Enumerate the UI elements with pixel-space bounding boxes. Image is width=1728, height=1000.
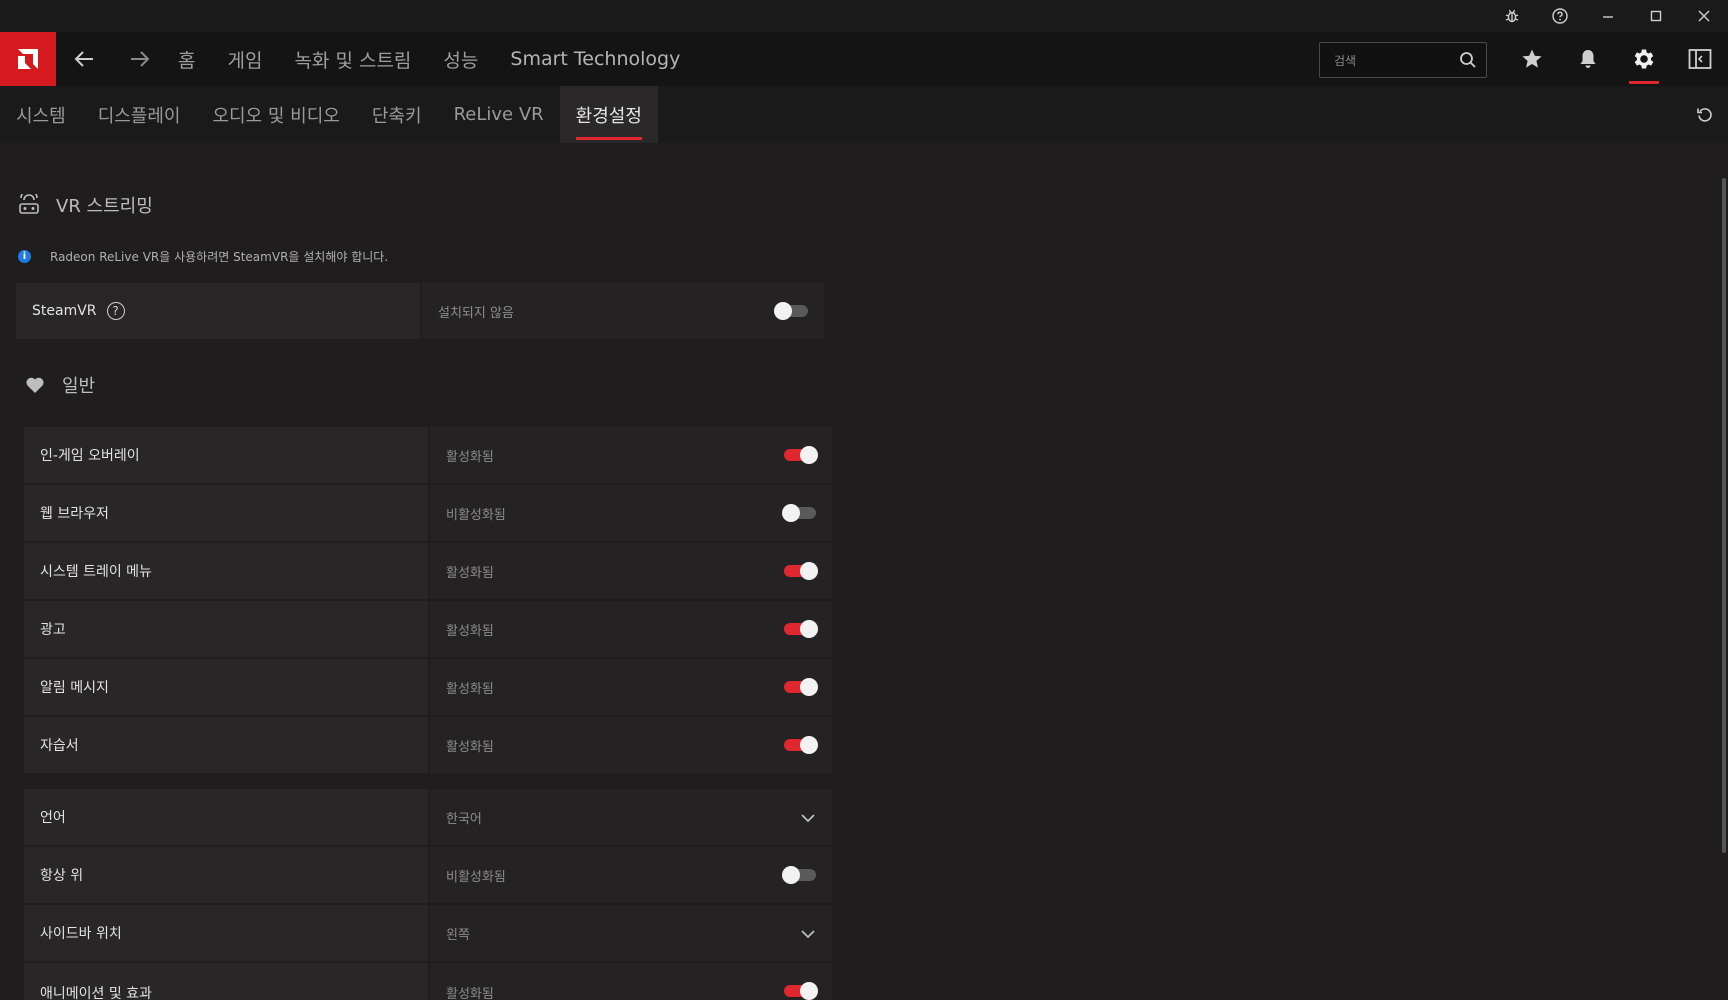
nav-games[interactable]: 게임: [227, 46, 262, 73]
setting-row-animations: 애니메이션 및 효과 활성화됨: [24, 963, 832, 1000]
web-browser-toggle[interactable]: [782, 504, 816, 522]
steamvr-row: SteamVR ? 설치되지 않음: [16, 283, 824, 339]
bug-report-icon[interactable]: [1488, 0, 1536, 32]
setting-row-notifications: 알림 메시지 활성화됨: [24, 659, 832, 715]
steamvr-help-icon[interactable]: ?: [106, 302, 125, 320]
setting-row-overlay: 인-게임 오버레이 활성화됨: [24, 427, 832, 483]
nav-smart-technology[interactable]: Smart Technology: [510, 48, 680, 70]
setting-label: 웹 브라우저: [24, 485, 428, 541]
ads-toggle[interactable]: [784, 620, 818, 638]
tab-relive-vr[interactable]: ReLive VR: [438, 86, 560, 143]
setting-label: 항상 위: [24, 847, 428, 903]
back-arrow-icon[interactable]: [56, 32, 112, 86]
sidebar-position-dropdown[interactable]: 왼쪽: [430, 905, 832, 961]
search-input[interactable]: 검색: [1319, 42, 1487, 78]
setting-status: 한국어: [446, 811, 482, 827]
search-icon[interactable]: [1450, 51, 1486, 69]
chevron-down-icon: [800, 808, 816, 827]
setting-label: 알림 메시지: [24, 659, 428, 715]
language-dropdown[interactable]: 한국어: [430, 789, 832, 845]
amd-logo-icon[interactable]: [0, 32, 56, 86]
tab-system[interactable]: 시스템: [0, 86, 82, 143]
main-nav: 홈 게임 녹화 및 스트림 성능 Smart Technology 검색: [0, 32, 1728, 86]
tutorial-toggle[interactable]: [784, 736, 818, 754]
setting-row-browser: 웹 브라우저 비활성화됨: [24, 485, 832, 541]
bell-icon[interactable]: [1561, 32, 1615, 86]
tab-hotkeys[interactable]: 단축키: [356, 86, 438, 143]
info-text: Radeon ReLive VR을 사용하려면 SteamVR을 설치해야 합니…: [50, 250, 389, 264]
star-icon[interactable]: [1505, 32, 1559, 86]
general-title: 일반: [62, 376, 96, 397]
setting-row-language: 언어 한국어: [24, 789, 832, 845]
scrollbar[interactable]: [1722, 178, 1726, 853]
tab-display[interactable]: 디스플레이: [82, 86, 197, 143]
tab-preferences[interactable]: 환경설정: [559, 86, 658, 143]
in-game-overlay-toggle[interactable]: [784, 446, 818, 464]
setting-status: 비활성화됨: [446, 869, 506, 885]
setting-row-tray: 시스템 트레이 메뉴 활성화됨: [24, 543, 832, 599]
title-bar: [0, 0, 1728, 32]
help-icon[interactable]: [1536, 0, 1584, 32]
vr-streaming-title: VR 스트리밍: [56, 196, 153, 217]
setting-row-ads: 광고 활성화됨: [24, 601, 832, 657]
gear-icon[interactable]: [1617, 32, 1671, 86]
vr-streaming-header: VR 스트리밍: [16, 192, 153, 218]
heart-icon: [22, 376, 48, 394]
steamvr-label: SteamVR: [32, 303, 97, 319]
setting-row-always-on-top: 항상 위 비활성화됨: [24, 847, 832, 903]
always-on-top-toggle[interactable]: [782, 866, 816, 884]
notifications-toggle[interactable]: [784, 678, 818, 696]
chevron-down-icon: [800, 924, 816, 943]
steamvr-toggle[interactable]: [774, 302, 808, 320]
setting-label: 광고: [24, 601, 428, 657]
animations-toggle[interactable]: [784, 982, 818, 1000]
vr-headset-icon: [16, 194, 42, 216]
setting-status: 활성화됨: [446, 681, 494, 697]
sidebar-panel-icon[interactable]: [1673, 32, 1727, 86]
sub-nav: 시스템 디스플레이 오디오 및 비디오 단축키 ReLive VR 환경설정: [0, 86, 1728, 143]
maximize-icon[interactable]: [1632, 0, 1680, 32]
steamvr-status: 설치되지 않음: [438, 305, 514, 321]
reset-icon[interactable]: [1690, 100, 1720, 130]
close-icon[interactable]: [1680, 0, 1728, 32]
setting-label: 애니메이션 및 효과: [24, 963, 428, 1000]
setting-status: 활성화됨: [446, 565, 494, 581]
general-header: 일반: [22, 372, 95, 398]
setting-status: 활성화됨: [446, 623, 494, 639]
setting-status: 활성화됨: [446, 449, 494, 465]
tab-audio-video[interactable]: 오디오 및 비디오: [197, 86, 356, 143]
nav-performance[interactable]: 성능: [443, 46, 478, 73]
setting-row-sidebar-position: 사이드바 위치 왼쪽: [24, 905, 832, 961]
info-message: i Radeon ReLive VR을 사용하려면 SteamVR을 설치해야 …: [18, 248, 388, 265]
nav-record-stream[interactable]: 녹화 및 스트림: [294, 46, 411, 73]
setting-label: 자습서: [24, 717, 428, 773]
info-icon: i: [18, 250, 31, 263]
setting-label: 사이드바 위치: [24, 905, 428, 961]
setting-label: 시스템 트레이 메뉴: [24, 543, 428, 599]
setting-status: 비활성화됨: [446, 507, 506, 523]
system-tray-toggle[interactable]: [784, 562, 818, 580]
setting-status: 활성화됨: [446, 987, 494, 1000]
setting-row-tutorial: 자습서 활성화됨: [24, 717, 832, 773]
setting-status: 활성화됨: [446, 739, 494, 755]
forward-arrow-icon[interactable]: [112, 32, 168, 86]
setting-label: 언어: [24, 789, 428, 845]
nav-home[interactable]: 홈: [178, 46, 195, 73]
setting-status: 왼쪽: [446, 927, 470, 943]
search-placeholder: 검색: [1334, 53, 1357, 68]
setting-label: 인-게임 오버레이: [24, 427, 428, 483]
minimize-icon[interactable]: [1584, 0, 1632, 32]
